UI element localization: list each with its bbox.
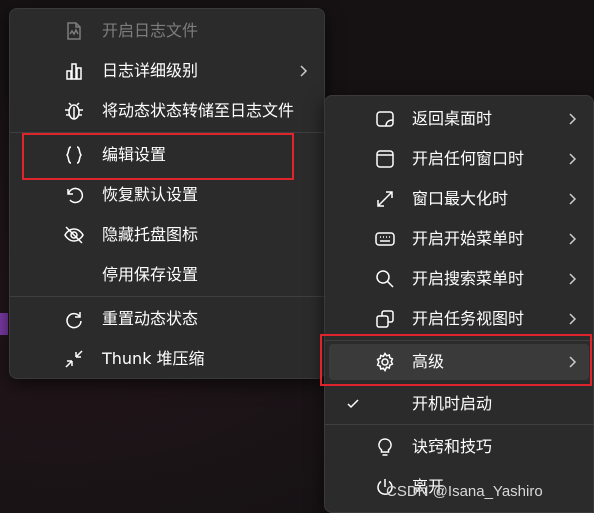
chevron-right-icon: [567, 111, 577, 127]
menu-item-label: 恢复默认设置: [102, 185, 199, 204]
menu-item-label: 开启日志文件: [102, 21, 199, 40]
menu-item-label: 将动态状态转储至日志文件: [102, 101, 295, 120]
chevron-right-icon: [567, 151, 577, 167]
menu-item-hide-tray-icon[interactable]: 隐藏托盘图标: [14, 217, 320, 253]
menu-item-label: 诀窍和技巧: [412, 437, 493, 456]
keyboard-icon: [375, 229, 395, 249]
menu-item-on-maximize[interactable]: 窗口最大化时: [329, 181, 589, 217]
menu-item-label: 日志详细级别: [102, 61, 199, 80]
watermark: CSDN @Isana_Yashiro: [386, 483, 543, 500]
background-window-fragment: [0, 313, 8, 335]
undo-icon: [64, 185, 84, 205]
menu-item-label: 高级: [412, 352, 445, 371]
window-icon: [375, 149, 395, 169]
menu-item-label: 停用保存设置: [102, 265, 199, 284]
menu-item-thunk-compress[interactable]: Thunk 堆压缩: [14, 341, 320, 377]
compress-icon: [64, 349, 84, 369]
menu-item-advanced[interactable]: 高级: [329, 344, 589, 380]
menu-item-enable-log-file[interactable]: 开启日志文件: [14, 13, 320, 49]
menu-item-label: 返回桌面时: [412, 109, 493, 128]
chevron-right-icon: [567, 354, 577, 370]
refresh-icon: [64, 309, 84, 329]
tray-main-menu: 返回桌面时 开启任何窗口时 窗口最大化时 开启开始菜单时 开启搜索菜单时 开启任…: [324, 95, 594, 513]
maximize-icon: [375, 189, 395, 209]
menu-item-disable-save-settings[interactable]: 停用保存设置: [14, 257, 320, 293]
chevron-right-icon: [567, 311, 577, 327]
menu-separator: [325, 340, 593, 341]
bug-icon: [64, 101, 84, 121]
menu-item-restore-defaults[interactable]: 恢复默认设置: [14, 177, 320, 213]
menu-item-reset-state[interactable]: 重置动态状态: [14, 301, 320, 337]
menu-item-label: 编辑设置: [102, 145, 167, 164]
menu-item-label: 开启开始菜单时: [412, 229, 525, 248]
eye-off-icon: [64, 225, 84, 245]
menu-item-on-start-menu[interactable]: 开启开始菜单时: [329, 221, 589, 257]
menu-item-on-desktop[interactable]: 返回桌面时: [329, 101, 589, 137]
menu-item-label: Thunk 堆压缩: [102, 349, 205, 368]
menu-item-on-search-menu[interactable]: 开启搜索菜单时: [329, 261, 589, 297]
menu-item-label: 隐藏托盘图标: [102, 225, 199, 244]
lightbulb-icon: [375, 437, 395, 457]
log-file-icon: [64, 21, 84, 41]
menu-item-label: 窗口最大化时: [412, 189, 509, 208]
menu-item-on-task-view[interactable]: 开启任务视图时: [329, 301, 589, 337]
menu-item-label: 开启任务视图时: [412, 309, 525, 328]
menu-item-edit-settings[interactable]: 编辑设置: [14, 137, 320, 173]
checkmark-icon: [343, 394, 363, 414]
menu-item-dump-state[interactable]: 将动态状态转储至日志文件: [14, 93, 320, 129]
menu-separator: [325, 424, 593, 425]
tray-context-menu: 开启日志文件 日志详细级别 将动态状态转储至日志文件 编辑设置 恢复默认设置 隐…: [9, 8, 325, 379]
chevron-right-icon: [567, 231, 577, 247]
menu-item-on-any-window[interactable]: 开启任何窗口时: [329, 141, 589, 177]
menu-item-label: 开启搜索菜单时: [412, 269, 525, 288]
menu-item-label: 重置动态状态: [102, 309, 199, 328]
task-view-icon: [375, 309, 395, 329]
bar-chart-icon: [64, 61, 84, 81]
menu-separator: [10, 132, 324, 133]
braces-icon: [64, 145, 84, 165]
chevron-right-icon: [567, 191, 577, 207]
search-icon: [375, 269, 395, 289]
menu-item-tips-and-tricks[interactable]: 诀窍和技巧: [329, 429, 589, 465]
chevron-right-icon: [298, 63, 308, 79]
desktop-icon: [375, 109, 395, 129]
menu-separator: [10, 296, 324, 297]
menu-item-log-level[interactable]: 日志详细级别: [14, 53, 320, 89]
menu-item-label: 开机时启动: [412, 394, 493, 413]
chevron-right-icon: [567, 271, 577, 287]
menu-item-label: 开启任何窗口时: [412, 149, 525, 168]
gear-icon: [375, 352, 395, 372]
menu-item-run-at-startup[interactable]: 开机时启动: [329, 386, 589, 422]
